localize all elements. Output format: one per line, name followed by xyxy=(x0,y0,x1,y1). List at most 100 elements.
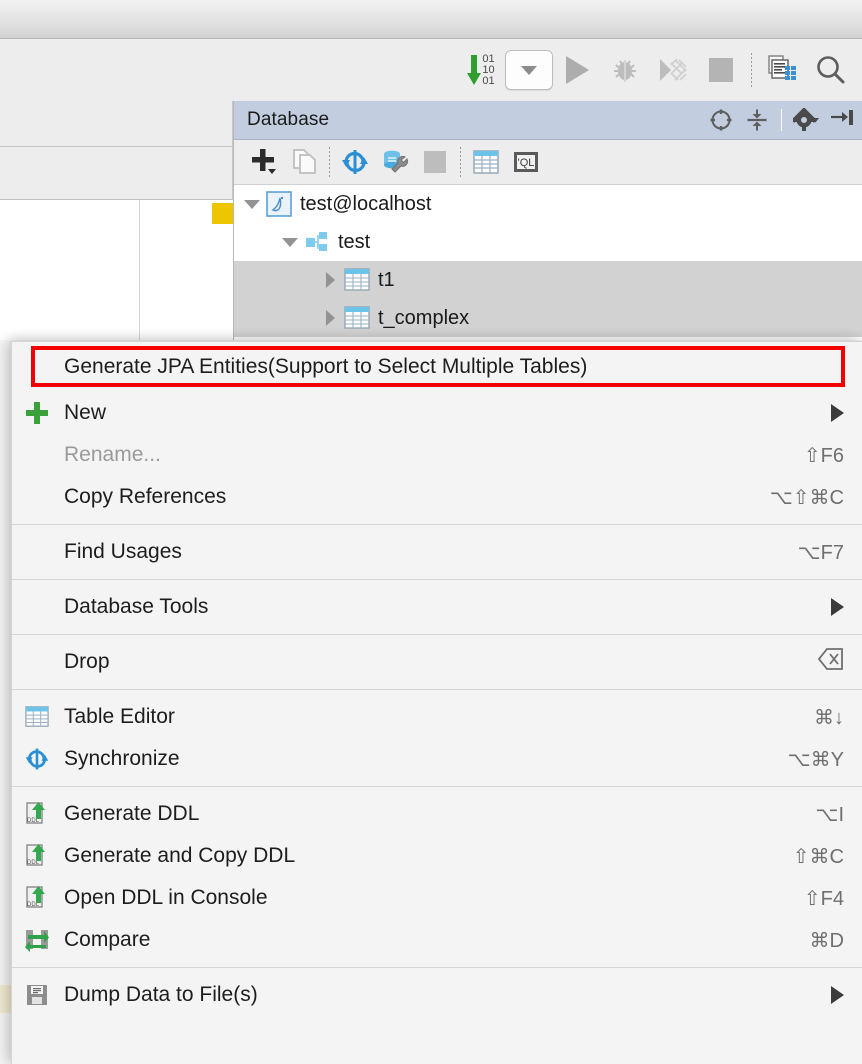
chevron-down-icon[interactable] xyxy=(244,196,260,212)
menu-item-copy-references[interactable]: Copy References ⌥⇧⌘C xyxy=(12,476,862,518)
menu-item-shortcut xyxy=(817,648,844,676)
run-configuration-combo[interactable] xyxy=(505,46,553,94)
binary-row-3: 01 xyxy=(482,74,495,87)
menu-item-dump-data-to-files[interactable]: Dump Data to File(s) xyxy=(12,974,862,1016)
ide-window: 01 10 01 Database 'QL test@localhost tes… xyxy=(0,0,862,1064)
menu-item-label: New xyxy=(64,401,107,424)
menu-item-find-usages[interactable]: Find Usages ⌥F7 xyxy=(12,531,862,573)
green-down-arrow-icon xyxy=(467,55,482,85)
editor-tab-strip xyxy=(0,101,233,147)
run-icon[interactable] xyxy=(553,46,601,94)
menu-item-shortcut: ⌥⇧⌘C xyxy=(769,486,844,509)
schema-icon xyxy=(304,229,330,255)
tree-node-datasource[interactable]: test@localhost xyxy=(234,185,862,223)
run-with-coverage-icon[interactable] xyxy=(649,46,697,94)
menu-item-label: Table Editor xyxy=(64,705,175,728)
scroll-from-source-icon[interactable] xyxy=(706,105,736,135)
chevron-right-icon[interactable] xyxy=(322,272,338,288)
table-icon xyxy=(344,305,370,331)
tree-node-label: test@localhost xyxy=(300,192,432,215)
update-running-application-icon[interactable]: 01 10 01 xyxy=(457,46,505,94)
menu-item-label: Find Usages xyxy=(64,540,182,563)
database-panel-title: Database xyxy=(247,109,330,130)
collapse-all-icon[interactable] xyxy=(742,105,772,135)
binary-row-2: 10 xyxy=(482,63,495,76)
data-source-properties-icon[interactable] xyxy=(375,143,415,181)
menu-item-new[interactable]: New xyxy=(12,392,862,434)
menu-item-shortcut: ⇧F6 xyxy=(803,444,844,467)
svg-text:'QL: 'QL xyxy=(518,157,535,169)
no-icon xyxy=(22,648,52,676)
chevron-down-icon xyxy=(521,65,537,75)
delete-key-icon xyxy=(817,648,843,670)
menu-item-synchronize[interactable]: Synchronize ⌥⌘Y xyxy=(12,738,862,780)
add-new-icon[interactable] xyxy=(244,143,284,181)
tree-node-table-t1[interactable]: t1 xyxy=(234,261,862,299)
no-icon xyxy=(22,353,52,381)
menu-item-label: Copy References xyxy=(64,485,227,508)
stop-icon[interactable] xyxy=(697,46,745,94)
menu-item-label: Generate JPA Entities(Support to Select … xyxy=(64,355,588,378)
synchronize-icon[interactable] xyxy=(335,143,375,181)
tree-node-label: t_complex xyxy=(378,306,470,329)
tree-node-table-t-complex[interactable]: t_complex xyxy=(234,299,862,337)
tree-node-label: t1 xyxy=(378,268,395,291)
menu-separator xyxy=(12,689,862,690)
hide-panel-icon[interactable] xyxy=(827,105,857,135)
ddl-icon: DDL xyxy=(22,842,52,870)
plus-green-icon xyxy=(22,399,52,427)
menu-item-shortcut: ⇧⌘C xyxy=(792,845,844,868)
menu-item-compare[interactable]: Compare ⌘D xyxy=(12,919,862,961)
tree-node-label: test xyxy=(338,230,371,253)
editor-breadcrumb-strip xyxy=(0,147,233,200)
menu-item-label: Database Tools xyxy=(64,595,209,618)
settings-gear-icon[interactable] xyxy=(791,105,821,135)
table-editor-icon[interactable] xyxy=(466,143,506,181)
tree-node-schema[interactable]: test xyxy=(234,223,862,261)
window-title-bar xyxy=(0,0,862,39)
database-toolbar: 'QL xyxy=(234,140,862,185)
synchronize-icon xyxy=(22,745,52,773)
stop-icon[interactable] xyxy=(415,143,455,181)
binary-row-1: 01 xyxy=(482,52,495,65)
toolbar-separator xyxy=(329,147,330,177)
query-console-icon[interactable]: 'QL xyxy=(506,143,546,181)
editor-highlight-marker xyxy=(212,203,233,224)
menu-item-database-tools[interactable]: Database Tools xyxy=(12,586,862,628)
menu-item-table-editor[interactable]: Table Editor ⌘↓ xyxy=(12,696,862,738)
menu-item-shortcut: ⌥F7 xyxy=(797,541,844,564)
debug-icon[interactable] xyxy=(601,46,649,94)
database-panel-header: Database xyxy=(234,101,862,140)
chevron-down-icon[interactable] xyxy=(282,234,298,250)
chevron-right-icon[interactable] xyxy=(322,310,338,326)
submenu-arrow-icon xyxy=(831,986,844,1004)
menu-item-generate-ddl[interactable]: DDL Generate DDL ⌥I xyxy=(12,793,862,835)
table-icon xyxy=(344,267,370,293)
menu-item-shortcut: ⌥⌘Y xyxy=(787,748,844,771)
duplicate-icon[interactable] xyxy=(284,143,324,181)
database-tool-window: Database 'QL test@localhost test t1 t_co… xyxy=(233,101,862,341)
toolbar-separator xyxy=(460,147,461,177)
menu-separator xyxy=(12,524,862,525)
menu-item-open-ddl-in-console[interactable]: DDL Open DDL in Console ⇧F4 xyxy=(12,877,862,919)
ddl-icon: DDL xyxy=(22,800,52,828)
no-icon xyxy=(22,538,52,566)
menu-item-label: Synchronize xyxy=(64,747,180,770)
menu-item-label: Drop xyxy=(64,650,110,673)
submenu-arrow-icon xyxy=(831,404,844,422)
ide-main-toolbar: 01 10 01 xyxy=(0,39,862,102)
database-inspector-icon[interactable] xyxy=(758,46,806,94)
compare-icon xyxy=(22,926,52,954)
table-editor-icon xyxy=(22,703,52,731)
ddl-icon: DDL xyxy=(22,884,52,912)
menu-item-generate-jpa-entities[interactable]: Generate JPA Entities(Support to Select … xyxy=(12,342,862,392)
no-icon xyxy=(22,441,52,469)
menu-item-drop[interactable]: Drop xyxy=(12,641,862,683)
search-icon[interactable] xyxy=(806,46,854,94)
no-icon xyxy=(22,593,52,621)
menu-item-shortcut: ⌘D xyxy=(809,929,844,952)
submenu-arrow-icon xyxy=(831,598,844,616)
menu-separator xyxy=(12,967,862,968)
editor-area-left xyxy=(0,200,140,340)
menu-item-generate-and-copy-ddl[interactable]: DDL Generate and Copy DDL ⇧⌘C xyxy=(12,835,862,877)
